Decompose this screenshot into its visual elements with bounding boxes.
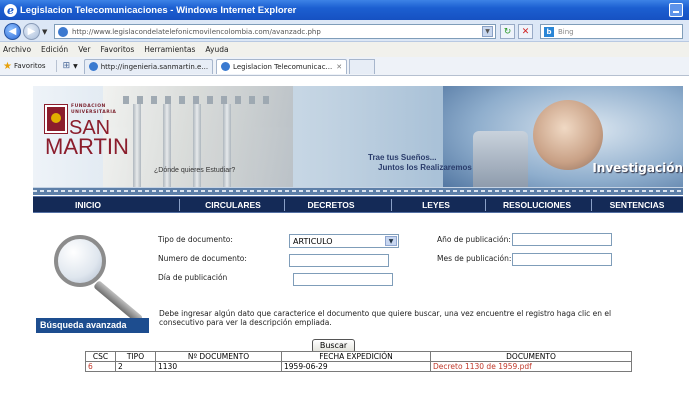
- dia-input[interactable]: [293, 273, 393, 286]
- close-tab-icon[interactable]: ✕: [336, 63, 342, 71]
- nav-inicio[interactable]: INICIO: [53, 197, 123, 213]
- tipo-label: Tipo de documento:: [158, 235, 233, 244]
- menu-bar: Archivo Edición Ver Favoritos Herramient…: [0, 42, 689, 57]
- building-image: [103, 86, 293, 195]
- numero-input[interactable]: [289, 254, 389, 267]
- site-icon: [58, 26, 68, 37]
- microscope-image: [473, 131, 528, 195]
- col-csc: CSC: [85, 351, 116, 362]
- favorites-label[interactable]: Favoritos: [14, 62, 46, 70]
- row-csc-link[interactable]: 6: [85, 361, 116, 372]
- menu-favoritos[interactable]: Favoritos: [100, 45, 134, 54]
- address-dropdown-icon[interactable]: ▼: [482, 26, 493, 37]
- forward-button[interactable]: ▶: [23, 23, 40, 40]
- tipo-select[interactable]: ARTICULO ▼: [289, 234, 399, 248]
- nav-leyes[interactable]: LEYES: [393, 197, 479, 213]
- banner-question: ¿Dónde quieres Estudiar?: [154, 167, 236, 174]
- header-banner: FUNDACION UNIVERSITARIA SAN MARTIN ¿Dónd…: [33, 86, 683, 195]
- researcher-image: [533, 100, 603, 170]
- tab-sanmartin[interactable]: http://ingenieria.sanmartin.e...: [83, 58, 214, 74]
- slogan-line2: Juntos los Realizaremos: [378, 163, 472, 172]
- banner-section-title: Investigación: [592, 161, 683, 175]
- logo-line2: UNIVERSITARIA: [71, 110, 117, 115]
- window-titlebar: e Legislacion Telecomunicaciones - Windo…: [0, 0, 689, 20]
- address-bar[interactable]: http://www.legislacondelatelefonicmovile…: [54, 24, 496, 39]
- menu-archivo[interactable]: Archivo: [3, 45, 31, 54]
- col-numero: Nº DOCUMENTO: [155, 351, 282, 362]
- banner-stripe: [33, 187, 683, 195]
- separator: [55, 60, 57, 72]
- col-documento: DOCUMENTO: [430, 351, 632, 362]
- refresh-icon[interactable]: ↻: [500, 24, 515, 39]
- row-fecha: 1959-06-29: [281, 361, 431, 372]
- minimize-button[interactable]: [669, 3, 683, 17]
- table-row: 6 2 1130 1959-06-29 Decreto 1130 de 1959…: [85, 361, 632, 372]
- dia-label: Día de publicación: [158, 273, 228, 282]
- banner-slogan: Trae tus Sueños... Juntos los Realizarem…: [368, 153, 472, 173]
- internet-explorer-icon: e: [4, 3, 17, 17]
- menu-ayuda[interactable]: Ayuda: [205, 45, 228, 54]
- magnifier-icon: [54, 235, 106, 287]
- anio-input[interactable]: [512, 233, 612, 246]
- anio-label: Año de publicación:: [437, 235, 511, 244]
- search-placeholder: Bing: [558, 27, 574, 36]
- address-url: http://www.legislacondelatelefonicmovile…: [72, 27, 321, 36]
- table-header-row: CSC TIPO Nº DOCUMENTO FECHA EXPEDICIÓN D…: [85, 351, 632, 362]
- page-content: FUNDACION UNIVERSITARIA SAN MARTIN ¿Dónd…: [0, 77, 689, 408]
- address-toolbar: ◀ ▶ ▼ http://www.legislacondelatelefonic…: [0, 20, 689, 42]
- tab-list-dropdown-icon[interactable]: ▼: [73, 63, 78, 70]
- logo-martin: MARTIN: [45, 134, 129, 159]
- window-title: Legislacion Telecomunicaciones - Windows…: [20, 4, 297, 16]
- back-button[interactable]: ◀: [4, 23, 21, 40]
- main-nav: INICIO CIRCULARES DECRETOS LEYES RESOLUC…: [33, 196, 683, 213]
- numero-label: Numero de documento:: [158, 254, 247, 263]
- favorites-bar: ★ Favoritos ⊞ ▼ http://ingenieria.sanmar…: [0, 57, 689, 76]
- menu-herramientas[interactable]: Herramientas: [144, 45, 195, 54]
- row-tipo: 2: [115, 361, 156, 372]
- quick-tabs-icon[interactable]: ⊞: [63, 61, 71, 71]
- crest-icon: [44, 104, 68, 134]
- slogan-line1: Trae tus Sueños...: [368, 153, 437, 162]
- nav-resoluciones[interactable]: RESOLUCIONES: [485, 197, 589, 213]
- nav-decretos[interactable]: DECRETOS: [288, 197, 374, 213]
- tab-site-icon: [88, 62, 98, 71]
- new-tab-button[interactable]: [349, 58, 376, 74]
- menu-edicion[interactable]: Edición: [41, 45, 68, 54]
- col-fecha: FECHA EXPEDICIÓN: [281, 351, 431, 362]
- tab-label: Legislacion Telecomunicac...: [233, 62, 333, 71]
- busqueda-avanzada-label: Búsqueda avanzada: [36, 318, 149, 333]
- nav-sentencias[interactable]: SENTENCIAS: [593, 197, 681, 213]
- tab-label: http://ingenieria.sanmartin.e...: [100, 62, 209, 71]
- row-documento-link[interactable]: Decreto 1130 de 1959.pdf: [430, 361, 632, 372]
- tipo-select-value: ARTICULO: [293, 236, 333, 246]
- stop-icon[interactable]: ✕: [518, 24, 533, 39]
- tab-site-icon: [221, 62, 231, 71]
- menu-ver[interactable]: Ver: [78, 45, 90, 54]
- history-dropdown-icon[interactable]: ▼: [42, 28, 47, 36]
- tab-legislacion[interactable]: Legislacion Telecomunicac... ✕: [216, 58, 348, 74]
- mes-input[interactable]: [512, 253, 612, 266]
- university-logo[interactable]: FUNDACION UNIVERSITARIA SAN MARTIN: [44, 102, 129, 172]
- results-table: CSC TIPO Nº DOCUMENTO FECHA EXPEDICIÓN D…: [85, 351, 632, 372]
- bing-icon: b: [544, 26, 554, 37]
- search-instructions: Debe ingresar algún dato que caracterice…: [159, 309, 612, 327]
- search-input[interactable]: b Bing: [540, 24, 683, 39]
- mes-label: Mes de publicación:: [437, 254, 512, 263]
- favorites-star-icon[interactable]: ★: [3, 61, 12, 72]
- nav-circulares[interactable]: CIRCULARES: [183, 197, 283, 213]
- row-numero: 1130: [155, 361, 282, 372]
- col-tipo: TIPO: [115, 351, 156, 362]
- chevron-down-icon[interactable]: ▼: [385, 236, 397, 246]
